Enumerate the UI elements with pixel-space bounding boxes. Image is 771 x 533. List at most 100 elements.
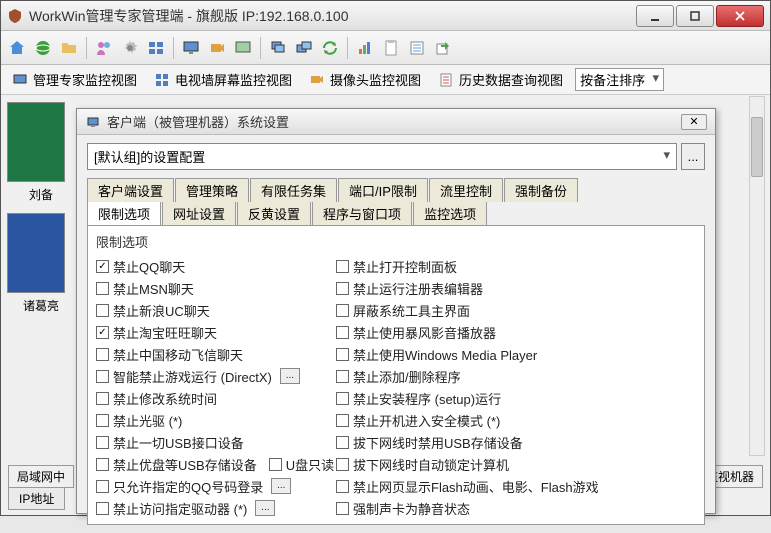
settings-tab[interactable]: 程序与窗口项 xyxy=(312,202,412,225)
settings-tab[interactable]: 反黄设置 xyxy=(237,202,311,225)
checkbox[interactable] xyxy=(269,458,282,471)
checkbox[interactable] xyxy=(336,480,349,493)
settings-tab[interactable]: 管理策略 xyxy=(175,178,249,202)
view-label: 历史数据查询视图 xyxy=(459,70,563,89)
restriction-item: 禁止修改系统时间 xyxy=(96,387,336,409)
checkbox[interactable] xyxy=(96,348,109,361)
checkbox[interactable] xyxy=(336,304,349,317)
profile-dropdown[interactable]: [默认组]的设置配置 xyxy=(87,143,677,170)
restriction-label: U盘只读 xyxy=(286,455,334,474)
restriction-item: 禁止QQ聊天 xyxy=(96,255,336,277)
checkbox[interactable] xyxy=(336,436,349,449)
settings-tab[interactable]: 客户端设置 xyxy=(87,178,174,202)
users-icon[interactable] xyxy=(92,36,116,60)
profile-browse-button[interactable]: ... xyxy=(681,143,705,170)
monitor-small-icon xyxy=(11,71,29,89)
checkbox[interactable] xyxy=(96,282,109,295)
restriction-label: 智能禁止游戏运行 (DirectX) xyxy=(113,367,272,386)
checkbox[interactable] xyxy=(336,260,349,273)
folder-icon[interactable] xyxy=(57,36,81,60)
settings-tab[interactable]: 监控选项 xyxy=(413,202,487,225)
restriction-item: 禁止MSN聊天 xyxy=(96,277,336,299)
refresh-icon[interactable] xyxy=(318,36,342,60)
checkbox[interactable] xyxy=(336,458,349,471)
checkbox[interactable] xyxy=(96,304,109,317)
checkbox[interactable] xyxy=(96,480,109,493)
restriction-item: 禁止一切USB接口设备 xyxy=(96,431,336,453)
checkbox[interactable] xyxy=(96,414,109,427)
home-icon[interactable] xyxy=(5,36,29,60)
profile-row: [默认组]的设置配置 ... xyxy=(87,143,705,170)
dialog-close-button[interactable]: ✕ xyxy=(681,114,707,130)
scrollbar-thumb[interactable] xyxy=(751,117,763,177)
checkbox[interactable] xyxy=(336,502,349,515)
checkbox[interactable] xyxy=(96,458,109,471)
tab-lan[interactable]: 局域网中 xyxy=(8,465,74,488)
checkbox[interactable] xyxy=(96,326,109,339)
restrictions-left-column: 禁止QQ聊天禁止MSN聊天禁止新浪UC聊天禁止淘宝旺旺聊天禁止中国移动飞信聊天智… xyxy=(96,255,336,519)
minimize-button[interactable] xyxy=(636,5,674,27)
view-camera[interactable]: 摄像头监控视图 xyxy=(304,68,425,91)
view-tvwall[interactable]: 电视墙屏幕监控视图 xyxy=(149,68,296,91)
client-thumbnail[interactable] xyxy=(7,213,65,293)
settings-tab[interactable]: 流里控制 xyxy=(429,178,503,202)
monitors-icon[interactable] xyxy=(144,36,168,60)
globe-icon[interactable] xyxy=(31,36,55,60)
dialog-title: 客户端（被管理机器）系统设置 xyxy=(107,112,681,131)
restriction-label: 只允许指定的QQ号码登录 xyxy=(113,477,263,496)
window-title: WorkWin管理专家管理端 - 旗舰版 IP:192.168.0.100 xyxy=(29,6,634,26)
view-monitor[interactable]: 管理专家监控视图 xyxy=(7,68,141,91)
sort-dropdown[interactable]: 按备注排序 xyxy=(575,68,664,91)
maximize-button[interactable] xyxy=(676,5,714,27)
cascade-icon[interactable] xyxy=(292,36,316,60)
tab-ip[interactable]: IP地址 xyxy=(8,487,65,510)
group-title: 限制选项 xyxy=(96,232,696,251)
view-label: 摄像头监控视图 xyxy=(330,70,421,89)
checkbox[interactable] xyxy=(336,414,349,427)
checkbox[interactable] xyxy=(96,260,109,273)
export-icon[interactable] xyxy=(431,36,455,60)
restriction-label: 禁止QQ聊天 xyxy=(113,257,185,276)
config-button[interactable]: ... xyxy=(271,478,291,494)
view-label: 电视墙屏幕监控视图 xyxy=(175,70,292,89)
settings-tab[interactable]: 有限任务集 xyxy=(250,178,337,202)
restriction-item: 禁止优盘等USB存储设备 U盘只读 xyxy=(96,453,336,475)
window-controls xyxy=(634,5,764,27)
checkbox[interactable] xyxy=(96,502,109,515)
separator xyxy=(347,37,348,59)
checkbox[interactable] xyxy=(336,326,349,339)
config-button[interactable]: ... xyxy=(255,500,275,516)
client-name: 诸葛亮 xyxy=(7,297,75,314)
client-thumbnail[interactable] xyxy=(7,102,65,182)
checkbox[interactable] xyxy=(336,392,349,405)
restriction-item: 禁止新浪UC聊天 xyxy=(96,299,336,321)
checkbox[interactable] xyxy=(96,392,109,405)
restriction-item: 禁止网页显示Flash动画、电影、Flash游戏 xyxy=(336,475,696,497)
monitor-icon[interactable] xyxy=(179,36,203,60)
vertical-scrollbar[interactable] xyxy=(749,96,765,456)
gear-icon[interactable] xyxy=(118,36,142,60)
camera-icon[interactable] xyxy=(205,36,229,60)
settings-tab[interactable]: 网址设置 xyxy=(162,202,236,225)
settings-tab[interactable]: 限制选项 xyxy=(87,202,161,225)
checkbox[interactable] xyxy=(96,370,109,383)
restriction-item: 禁止使用Windows Media Player xyxy=(336,343,696,365)
windows-icon[interactable] xyxy=(266,36,290,60)
chart-icon[interactable] xyxy=(353,36,377,60)
checkbox[interactable] xyxy=(336,282,349,295)
view-history[interactable]: 历史数据查询视图 xyxy=(433,68,567,91)
checkbox[interactable] xyxy=(336,348,349,361)
restriction-label: 禁止开机进入安全模式 (*) xyxy=(353,411,500,430)
checkbox[interactable] xyxy=(336,370,349,383)
desktop-icon[interactable] xyxy=(231,36,255,60)
settings-tab[interactable]: 强制备份 xyxy=(504,178,578,202)
restriction-columns: 禁止QQ聊天禁止MSN聊天禁止新浪UC聊天禁止淘宝旺旺聊天禁止中国移动飞信聊天智… xyxy=(96,255,696,519)
close-button[interactable] xyxy=(716,5,764,27)
settings-tab[interactable]: 端口/IP限制 xyxy=(338,178,428,202)
titlebar: WorkWin管理专家管理端 - 旗舰版 IP:192.168.0.100 xyxy=(1,1,770,31)
restriction-label: 禁止优盘等USB存储设备 xyxy=(113,455,257,474)
list-icon[interactable] xyxy=(405,36,429,60)
clipboard-icon[interactable] xyxy=(379,36,403,60)
config-button[interactable]: ... xyxy=(280,368,300,384)
checkbox[interactable] xyxy=(96,436,109,449)
